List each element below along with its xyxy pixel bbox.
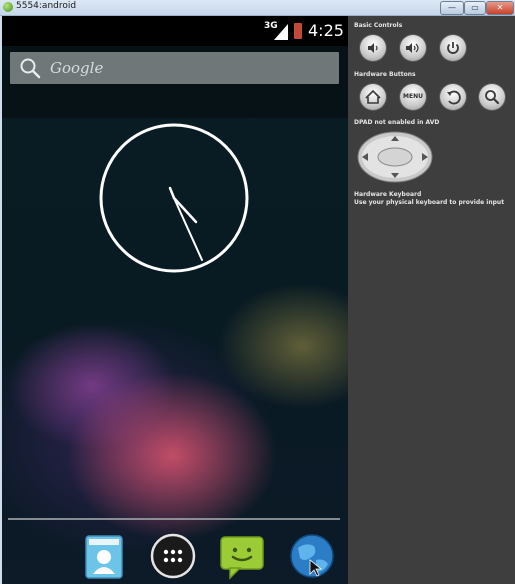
apps-drawer-icon[interactable] <box>149 532 197 580</box>
clock-hour-hand <box>172 196 198 224</box>
analog-clock-widget[interactable] <box>98 122 250 274</box>
power-button[interactable] <box>440 35 466 61</box>
google-search-bar[interactable]: Google <box>10 52 339 84</box>
hardware-search-button[interactable] <box>479 84 505 110</box>
menu-icon: MENU <box>403 93 423 100</box>
hardware-keyboard-label: Hardware Keyboard <box>354 191 422 198</box>
search-widget-area: Google <box>2 46 348 118</box>
minimize-button[interactable]: — <box>440 1 464 15</box>
close-button[interactable]: ✕ <box>486 1 514 15</box>
emulator-controls-panel: Basic Controls Hardware Buttons MENU DPA… <box>348 16 515 584</box>
maximize-button[interactable]: ▭ <box>464 1 486 15</box>
hardware-keyboard-hint: Use your physical keyboard to provide in… <box>354 199 505 206</box>
home-icon <box>365 89 381 104</box>
basic-controls-label: Basic Controls <box>354 22 403 29</box>
search-placeholder: Google <box>50 59 104 77</box>
clock-minute-hand <box>173 197 203 261</box>
back-button[interactable] <box>440 84 466 110</box>
android-app-icon <box>3 2 13 12</box>
browser-icon[interactable] <box>288 532 336 580</box>
dock-divider <box>8 518 340 520</box>
volume-down-icon <box>368 43 378 53</box>
hardware-buttons-label: Hardware Buttons <box>354 71 416 78</box>
emulator-screen[interactable]: 3G 4:25 Google <box>2 16 348 584</box>
menu-button[interactable]: MENU <box>400 84 426 110</box>
power-icon <box>447 42 459 54</box>
search-icon <box>485 90 500 105</box>
battery-icon <box>294 23 302 39</box>
volume-down-button[interactable] <box>360 35 386 61</box>
search-icon <box>20 58 41 79</box>
contacts-icon[interactable] <box>80 532 128 580</box>
back-icon <box>447 90 461 105</box>
window-title: 5554:android <box>16 1 77 11</box>
signal-icon <box>274 24 288 40</box>
volume-up-icon <box>406 43 419 53</box>
volume-up-button[interactable] <box>400 35 426 61</box>
home-button[interactable] <box>360 84 386 110</box>
window-titlebar: 5554:android — ▭ ✕ <box>0 0 515 16</box>
dpad-label: DPAD not enabled in AVD <box>354 119 440 126</box>
status-time: 4:25 <box>308 21 344 40</box>
messaging-icon[interactable] <box>218 532 266 580</box>
status-bar: 3G 4:25 <box>2 16 348 46</box>
dpad-icon[interactable] <box>356 131 434 183</box>
